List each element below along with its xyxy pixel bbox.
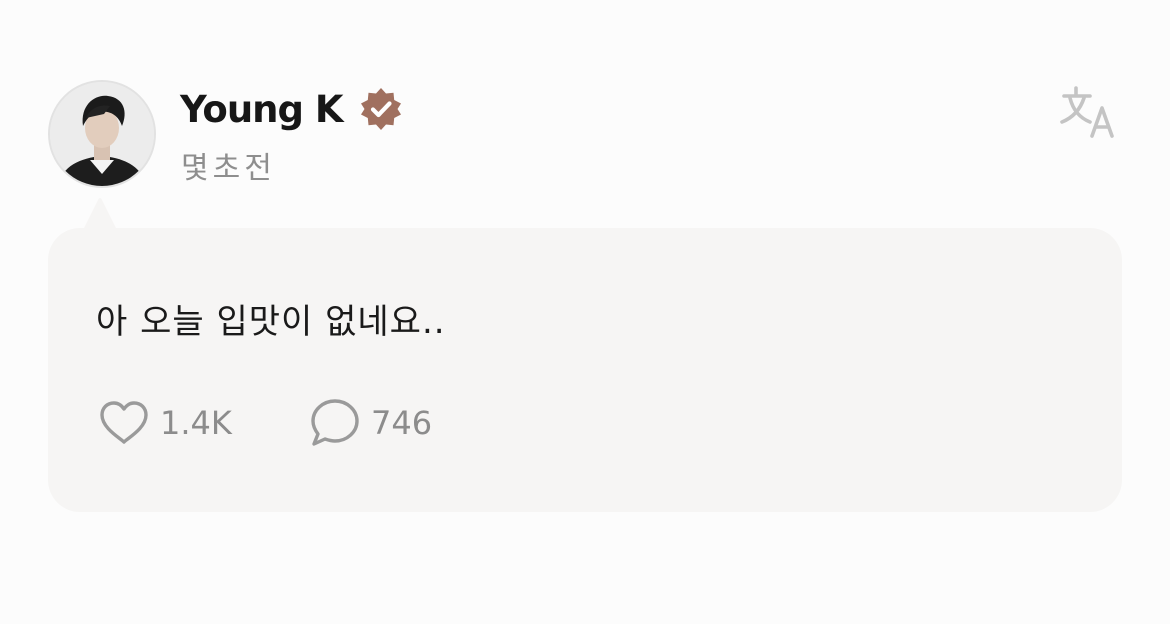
comment-button[interactable]: 746	[309, 396, 432, 450]
post-timestamp: 몇초전	[181, 151, 276, 186]
post-bubble	[48, 228, 1122, 512]
heart-icon	[100, 401, 148, 444]
post-card: Young K 몇초전 아 오늘 입맛이 없네요.. 1.4K 746	[0, 0, 1170, 624]
avatar[interactable]	[48, 80, 156, 188]
like-button[interactable]: 1.4K	[98, 396, 232, 450]
translate-icon	[1060, 86, 1114, 138]
comment-icon	[311, 399, 359, 446]
avatar-photo	[50, 82, 154, 186]
post-text: 아 오늘 입맛이 없네요..	[96, 302, 446, 342]
author-row: Young K	[180, 84, 405, 134]
verified-badge-icon	[360, 88, 401, 130]
comment-count: 746	[371, 404, 433, 442]
bubble-tail	[82, 198, 118, 232]
author-name[interactable]: Young K	[180, 88, 344, 131]
like-count: 1.4K	[160, 404, 232, 442]
translate-button[interactable]	[1058, 84, 1118, 142]
